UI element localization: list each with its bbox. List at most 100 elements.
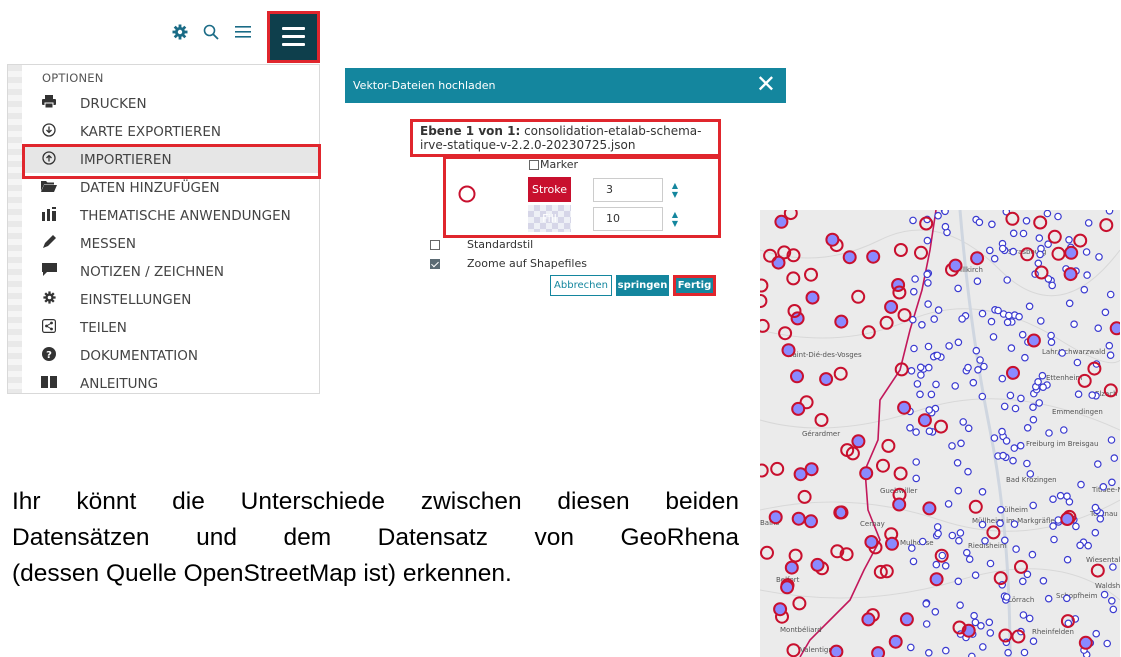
map-pin[interactable] [1080, 285, 1089, 294]
map-pin[interactable] [1107, 436, 1116, 444]
map-marker[interactable] [1006, 365, 1020, 380]
map-pin[interactable] [917, 371, 925, 379]
map-pin[interactable] [944, 500, 953, 508]
map-marker[interactable] [884, 299, 899, 314]
map-marker[interactable] [791, 511, 806, 526]
map-pin[interactable] [1035, 234, 1044, 242]
map-pin[interactable] [912, 428, 920, 436]
map-pin[interactable] [954, 577, 963, 586]
map-pin[interactable] [1036, 317, 1045, 325]
menu-item-notizen-zeichnen[interactable]: NOTIZEN / ZEICHNEN [24, 258, 320, 285]
map-pin[interactable] [912, 458, 921, 466]
map-pin[interactable] [1095, 253, 1103, 261]
map-marker[interactable] [1060, 512, 1075, 526]
map-pin[interactable] [999, 451, 1007, 460]
map-pin[interactable] [1016, 441, 1025, 450]
map-pin[interactable] [963, 548, 971, 557]
map-pin[interactable] [1011, 404, 1020, 413]
map-pin[interactable] [1005, 311, 1013, 320]
map-pin[interactable] [1062, 594, 1071, 603]
map-pin[interactable] [932, 380, 940, 389]
map-marker[interactable] [784, 560, 799, 575]
map-pin[interactable] [1058, 349, 1067, 357]
map-pin[interactable] [1065, 235, 1073, 244]
map-marker[interactable] [791, 401, 806, 416]
map-pin[interactable] [974, 366, 982, 374]
map-pin[interactable] [932, 560, 941, 569]
map-pin[interactable] [985, 618, 994, 627]
map-pin[interactable] [1056, 491, 1065, 500]
map-pin[interactable] [1091, 503, 1100, 512]
map-pin[interactable] [907, 367, 916, 375]
list-icon[interactable] [235, 24, 251, 44]
fill-opacity-input[interactable]: 10 [593, 207, 663, 231]
map-pin[interactable] [959, 418, 968, 426]
menu-item-thematische-anwendungen[interactable]: THEMATISCHE ANWENDUNGEN [24, 202, 320, 229]
map-pin[interactable] [976, 356, 984, 364]
map-pin[interactable] [975, 218, 984, 227]
map-pin[interactable] [909, 557, 918, 566]
map-pin[interactable] [1020, 648, 1029, 657]
map-pin[interactable] [1082, 248, 1091, 256]
map-view[interactable]: Saint-Dié-des-Vosges Gérardmer Illkirch … [760, 210, 1120, 657]
map-pin[interactable] [1034, 259, 1043, 268]
map-marker[interactable] [885, 536, 899, 551]
map-pin[interactable] [941, 561, 950, 570]
map-pin[interactable] [965, 555, 974, 564]
map-marker[interactable] [892, 497, 907, 512]
map-pin[interactable] [1063, 555, 1072, 564]
map-pin[interactable] [1063, 492, 1071, 501]
map-marker[interactable] [790, 369, 804, 384]
map-pin[interactable] [1004, 648, 1012, 657]
map-pin[interactable] [986, 559, 995, 568]
map-pin[interactable] [1019, 611, 1028, 619]
gear-icon[interactable] [172, 24, 188, 45]
map-marker[interactable] [1026, 333, 1041, 348]
map-pin[interactable] [1036, 250, 1044, 259]
map-pin[interactable] [1017, 394, 1025, 403]
hamburger-menu-button[interactable] [267, 11, 320, 63]
map-pin[interactable] [924, 279, 932, 287]
map-pin[interactable] [933, 523, 942, 531]
menu-item-einstellungen[interactable]: EINSTELLUNGEN [24, 286, 320, 313]
menu-item-drucken[interactable]: DRUCKEN [24, 90, 320, 117]
map-pin[interactable] [1110, 454, 1119, 462]
map-marker[interactable] [810, 557, 825, 572]
map-pin[interactable] [1009, 456, 1017, 465]
map-pin[interactable] [971, 571, 980, 580]
map-pin[interactable] [979, 643, 987, 651]
map-pin[interactable] [964, 424, 973, 433]
map-pin[interactable] [998, 374, 1007, 383]
map-pin[interactable] [978, 392, 987, 401]
map-pin[interactable] [1039, 383, 1047, 392]
map-pin[interactable] [1009, 229, 1018, 238]
map-marker[interactable] [948, 258, 963, 273]
map-pin[interactable] [990, 434, 999, 442]
map-marker[interactable] [1109, 321, 1120, 336]
map-pin[interactable] [934, 306, 943, 314]
map-marker[interactable] [781, 343, 796, 358]
map-pin[interactable] [990, 254, 999, 263]
map-marker[interactable] [804, 462, 819, 477]
map-pin[interactable] [1044, 594, 1053, 603]
map-pin[interactable] [1022, 217, 1031, 225]
map-marker[interactable] [917, 413, 932, 428]
fill-spinner-arrows[interactable]: ▲ ▼ [670, 210, 680, 228]
search-icon[interactable] [203, 24, 219, 45]
map-pin[interactable] [911, 275, 919, 283]
map-marker[interactable] [1064, 245, 1079, 260]
stroke-width-input[interactable]: 3 [593, 178, 663, 202]
stroke-color-button[interactable]: Stroke [528, 177, 571, 202]
map-pin[interactable] [1084, 541, 1093, 550]
map-pin[interactable] [1018, 577, 1027, 586]
map-pin[interactable] [1006, 391, 1015, 400]
map-pin[interactable] [907, 643, 915, 652]
map-pin[interactable] [1010, 520, 1019, 528]
map-pin[interactable] [973, 277, 982, 286]
map-pin[interactable] [987, 317, 996, 326]
map-pin[interactable] [1025, 614, 1034, 623]
map-pin[interactable] [916, 390, 924, 399]
map-marker[interactable] [888, 634, 903, 649]
map-marker[interactable] [829, 644, 844, 657]
map-pin[interactable] [970, 611, 978, 620]
